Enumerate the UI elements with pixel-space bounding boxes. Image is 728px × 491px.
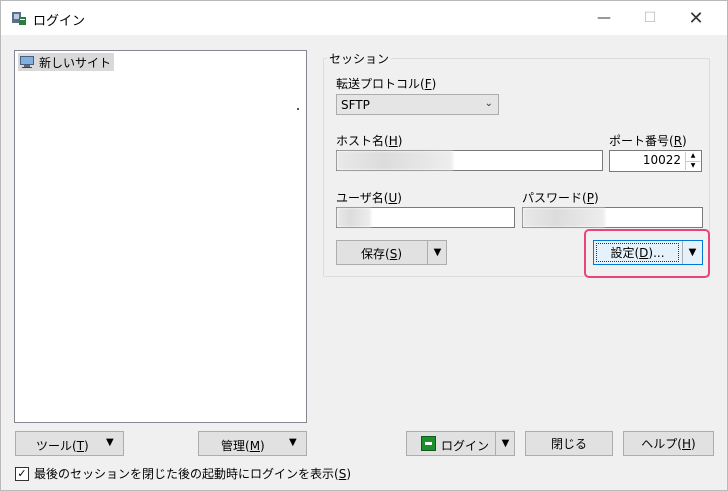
show-login-label: 最後のセッションを閉じた後の起動時にログインを表示(S) [34, 467, 351, 481]
session-group-caption: セッション [327, 50, 392, 67]
port-spinner[interactable]: 10022 ▲ ▼ [609, 150, 702, 172]
title-bar: ログイン — ☐ ✕ [1, 1, 727, 35]
save-button-label: 保存(S) [361, 247, 402, 261]
close-button[interactable]: 閉じる [525, 431, 613, 456]
redacted-password-value [523, 208, 605, 227]
maximize-button[interactable]: ☐ [627, 1, 673, 35]
user-input[interactable] [336, 207, 515, 228]
tree-item-label: 新しいサイト [39, 55, 112, 70]
window-title: ログイン [33, 14, 86, 29]
port-value: 10022 [642, 153, 681, 167]
host-input[interactable] [336, 150, 603, 171]
redacted-host-value [337, 151, 453, 170]
computer-icon [20, 56, 34, 68]
settings-button[interactable]: 設定(D)... ▼ [593, 240, 703, 265]
settings-dropdown-icon[interactable]: ▼ [682, 241, 702, 264]
save-dropdown-icon[interactable]: ▼ [427, 241, 447, 264]
manage-button-label: 管理(M) [221, 439, 265, 453]
port-label: ポート番号(R) [609, 134, 687, 148]
login-button[interactable]: ログイン ▼ [406, 431, 515, 456]
user-label: ユーザ名(U) [336, 191, 402, 205]
chevron-down-icon: ⌄ [484, 98, 493, 109]
tree-item-new-site[interactable]: 新しいサイト [18, 53, 115, 71]
tools-button-label: ツール(T) [36, 439, 89, 453]
winscp-app-icon [12, 12, 26, 25]
tree-dot [297, 108, 299, 110]
port-spin-arrows[interactable]: ▲ ▼ [685, 152, 700, 170]
help-button[interactable]: ヘルプ(H) [623, 431, 714, 456]
password-input[interactable] [522, 207, 703, 228]
settings-button-label: 設定(D)... [596, 243, 679, 262]
manage-dropdown-icon: ▼ [289, 437, 297, 448]
spin-down-icon[interactable]: ▼ [686, 162, 700, 171]
password-label: パスワード(P) [522, 191, 599, 205]
spin-up-icon[interactable]: ▲ [686, 152, 700, 162]
show-login-checkbox[interactable]: ✓ [15, 466, 29, 481]
login-dropdown-icon[interactable]: ▼ [495, 432, 515, 455]
manage-button[interactable]: 管理(M) ▼ [198, 431, 307, 456]
help-button-label: ヘルプ(H) [641, 437, 696, 451]
protocol-label: 転送プロトコル(F) [336, 77, 437, 91]
show-login-option[interactable]: ✓ 最後のセッションを閉じた後の起動時にログインを表示(S) [15, 465, 351, 482]
tools-dropdown-icon: ▼ [106, 437, 114, 448]
protocol-select[interactable]: SFTP ⌄ [336, 94, 499, 115]
save-button[interactable]: 保存(S) ▼ [336, 240, 447, 265]
protocol-value: SFTP [341, 97, 370, 112]
host-label: ホスト名(H) [336, 134, 403, 148]
minimize-button[interactable]: — [581, 1, 627, 35]
login-icon [421, 436, 436, 451]
tools-button[interactable]: ツール(T) ▼ [15, 431, 124, 456]
close-window-button[interactable]: ✕ [673, 1, 719, 35]
checkmark-icon: ✓ [17, 467, 27, 480]
site-tree[interactable]: 新しいサイト [14, 50, 307, 423]
login-dialog: ログイン — ☐ ✕ 新しいサイト セッション 転送プロトコル(F) SFTP … [0, 0, 728, 491]
login-button-label: ログイン [441, 439, 490, 453]
redacted-user-value [337, 208, 371, 227]
